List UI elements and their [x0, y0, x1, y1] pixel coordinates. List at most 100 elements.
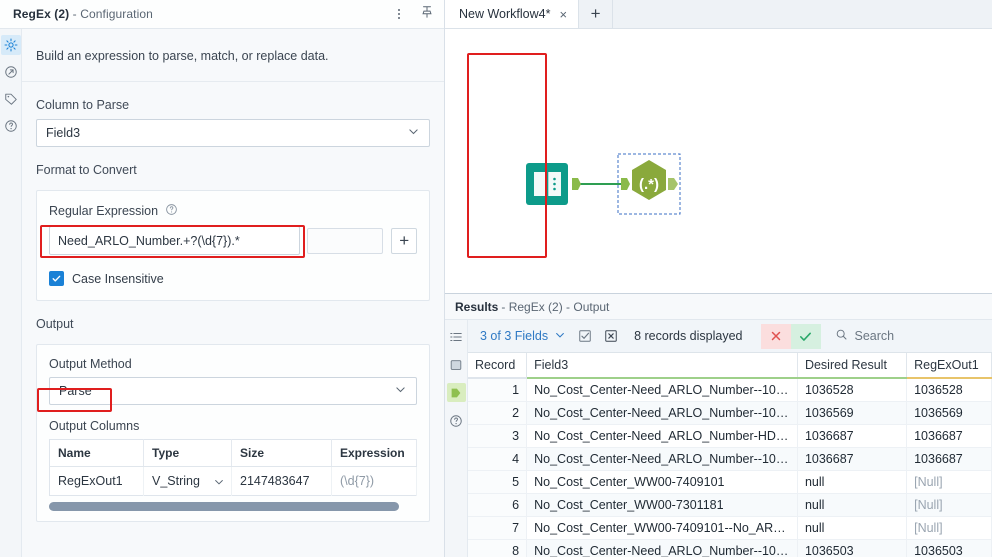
question-circle-icon[interactable] [1, 116, 21, 136]
table-row[interactable]: 2 No_Cost_Center-Need_ARLO_Number--10365… [468, 401, 992, 425]
column-to-parse-value: Field3 [46, 126, 81, 140]
config-scroll-area: Build an expression to parse, match, or … [22, 29, 444, 557]
results-header: Results - RegEx (2) - Output [445, 294, 992, 320]
col-header-regexout1[interactable]: RegExOut1 [906, 353, 992, 379]
cell-desired: null [797, 516, 908, 540]
tab-label: New Workflow4* [459, 7, 551, 21]
cell-desired: 1036687 [797, 447, 908, 471]
pin-icon[interactable] [420, 5, 434, 24]
table-row[interactable]: 5 No_Cost_Center_WW00-7409101 null [Null… [468, 470, 992, 494]
output-columns-table: Name Type Size Expression RegExOut1 V_St… [49, 439, 417, 496]
config-title-sub: - Configuration [69, 7, 153, 21]
cell-regexout1: [Null] [906, 516, 992, 540]
tab-bar: New Workflow4* × + [445, 0, 992, 29]
question-circle-icon[interactable] [447, 411, 466, 430]
table-row[interactable]: 3 No_Cost_Center-Need_ARLO_Number-HDQ-10… [468, 424, 992, 448]
regular-expression-label: Regular Expression [49, 204, 159, 218]
output-anchor-icon[interactable] [446, 383, 466, 402]
cell-desired: null [797, 493, 908, 517]
output-col-name: RegExOut1 [49, 466, 144, 496]
results-table: Record Field3 Desired Result RegExOut1 1… [468, 353, 992, 557]
cell-record: 5 [468, 470, 528, 494]
output-method-value: Parse [59, 384, 92, 398]
case-insensitive-label: Case Insensitive [72, 271, 164, 286]
results-grid[interactable]: Record Field3 Desired Result RegExOut1 1… [468, 353, 992, 557]
output-section-label: Output [36, 317, 74, 331]
cell-field3: No_Cost_Center_WW00-7409101--No_ARLO_Nu.… [526, 516, 798, 540]
gear-icon[interactable] [0, 35, 21, 55]
arrow-circle-icon[interactable] [1, 62, 21, 82]
column-to-parse-select[interactable]: Field3 [36, 119, 430, 147]
app-root: RegEx (2) - Configuration Build an expre… [0, 0, 992, 557]
output-col-type-value: V_String [152, 474, 200, 488]
cell-desired: 1036503 [797, 539, 908, 557]
cell-record: 1 [468, 378, 528, 402]
table-row[interactable]: 6 No_Cost_Center_WW00-7301181 null [Null… [468, 493, 992, 517]
tag-icon[interactable] [1, 89, 21, 109]
cell-desired: null [797, 470, 908, 494]
select-all-fields-icon[interactable] [578, 329, 592, 343]
header-icon-group [392, 5, 434, 24]
results-body: 3 of 3 Fields 8 records displayed Search… [445, 320, 992, 557]
format-to-convert-card: Regular Expression + Cas [36, 190, 430, 301]
col-header-record[interactable]: Record [468, 353, 528, 379]
add-expression-button[interactable]: + [391, 227, 417, 254]
config-title-main: RegEx (2) [13, 7, 70, 21]
table-row[interactable]: RegExOut1 V_String 2147483647 (\d{7}) [49, 466, 417, 496]
regex-input[interactable] [49, 226, 300, 255]
panel-description: Build an expression to parse, match, or … [22, 29, 444, 82]
scrollbar-thumb[interactable] [49, 502, 399, 511]
more-options-icon[interactable] [392, 6, 406, 22]
configuration-panel-header: RegEx (2) - Configuration [0, 0, 444, 29]
output-method-label: Output Method [49, 357, 132, 371]
output-columns-header-row: Name Type Size Expression [49, 439, 417, 467]
help-question-icon[interactable] [165, 203, 178, 219]
output-col-expression: (\d{7}) [331, 466, 417, 496]
table-row[interactable]: 1 No_Cost_Center-Need_ARLO_Number--10365… [468, 378, 992, 402]
regex-input-row: + [49, 226, 417, 255]
output-col-header-size: Size [231, 439, 332, 467]
output-col-header-type: Type [143, 439, 232, 467]
window-icon[interactable] [447, 355, 466, 374]
cell-field3: No_Cost_Center_WW00-7409101 [526, 470, 798, 494]
workflow-canvas[interactable]: (.*) [445, 29, 992, 293]
cell-regexout1: 1036687 [906, 447, 992, 471]
col-header-field3[interactable]: Field3 [526, 353, 798, 379]
workflow-diagram: (.*) [518, 142, 718, 237]
output-columns-hscrollbar[interactable] [49, 502, 417, 511]
cell-field3: No_Cost_Center-Need_ARLO_Number--1036528… [526, 378, 798, 402]
record-count-label: 8 records displayed [634, 329, 743, 343]
cell-field3: No_Cost_Center-Need_ARLO_Number--1036569… [526, 401, 798, 425]
errors-filter-button[interactable] [760, 323, 791, 349]
case-insensitive-checkbox[interactable] [49, 271, 64, 286]
output-col-type[interactable]: V_String [143, 466, 232, 496]
cell-record: 3 [468, 424, 528, 448]
deselect-all-fields-icon[interactable] [604, 329, 618, 343]
results-main: 3 of 3 Fields 8 records displayed Search… [468, 320, 992, 557]
new-tab-button[interactable]: + [579, 0, 614, 28]
cell-record: 6 [468, 493, 528, 517]
tab-new-workflow4[interactable]: New Workflow4* × [445, 0, 580, 28]
regex-node: (.*) [632, 160, 666, 200]
close-icon[interactable]: × [559, 8, 567, 21]
cell-desired: 1036687 [797, 424, 908, 448]
config-icon-rail [0, 29, 22, 557]
output-method-select[interactable]: Parse [49, 377, 417, 405]
search-box[interactable]: Search [835, 328, 992, 344]
cell-record: 8 [468, 539, 528, 557]
list-icon[interactable] [447, 327, 466, 346]
success-filter-button[interactable] [790, 323, 821, 349]
results-table-body: 1 No_Cost_Center-Need_ARLO_Number--10365… [468, 378, 992, 557]
fields-selector[interactable]: 3 of 3 Fields [480, 329, 566, 344]
cell-field3: No_Cost_Center-Need_ARLO_Number--1036687… [526, 447, 798, 471]
col-header-desired-result[interactable]: Desired Result [797, 353, 908, 379]
cell-desired: 1036528 [797, 378, 908, 402]
table-row[interactable]: 4 No_Cost_Center-Need_ARLO_Number--10366… [468, 447, 992, 471]
chevron-down-icon [213, 476, 225, 491]
table-row[interactable]: 7 No_Cost_Center_WW00-7409101--No_ARLO_N… [468, 516, 992, 540]
cell-regexout1: 1036569 [906, 401, 992, 425]
regular-expression-label-row: Regular Expression [49, 203, 417, 219]
results-pane: Results - RegEx (2) - Output 3 of 3 Fiel… [445, 53, 992, 557]
regex-secondary-input[interactable] [306, 227, 384, 254]
table-row[interactable]: 8 No_Cost_Center-Need_ARLO_Number--10365… [468, 539, 992, 557]
